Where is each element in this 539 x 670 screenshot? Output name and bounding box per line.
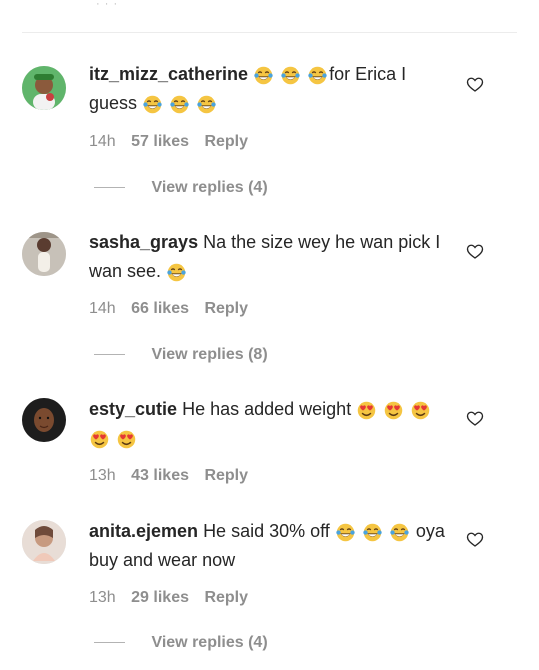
comment-likes[interactable]: 66 likes: [131, 300, 189, 317]
comment-username[interactable]: itz_mizz_catherine: [89, 64, 248, 84]
comment-likes[interactable]: 57 likes: [131, 133, 189, 150]
laughing-emoji-icon: [307, 65, 328, 86]
comment-username[interactable]: esty_cutie: [89, 399, 177, 419]
laughing-emoji-icon: [280, 65, 301, 86]
reply-button[interactable]: Reply: [204, 589, 248, 606]
laughing-emoji-icon: [196, 94, 217, 115]
comment-time: 13h: [89, 589, 116, 606]
like-heart-icon[interactable]: [466, 76, 484, 94]
comment-emoji-row: [335, 522, 411, 543]
comment-emoji-row-2: [142, 94, 218, 115]
comment-meta: 13h 43 likes Reply: [89, 467, 259, 485]
heart-eyes-emoji-icon: [116, 429, 137, 450]
comment-emoji-row: [166, 262, 188, 283]
top-dots: · · ·: [96, 0, 119, 10]
view-replies-button[interactable]: View replies (8): [94, 346, 268, 364]
comment-username[interactable]: anita.ejemen: [89, 521, 198, 541]
comment-body: He has added weight: [182, 399, 352, 419]
reply-button[interactable]: Reply: [204, 133, 248, 150]
comment-time: 14h: [89, 133, 116, 150]
view-replies-button[interactable]: View replies (4): [94, 634, 268, 652]
comment-meta: 14h 57 likes Reply: [89, 133, 259, 151]
laughing-emoji-icon: [169, 94, 190, 115]
comment-emoji-row: [253, 65, 329, 86]
heart-eyes-emoji-icon: [89, 429, 110, 450]
comment-time: 13h: [89, 467, 116, 484]
laughing-emoji-icon: [142, 94, 163, 115]
woman-avatar-icon[interactable]: [22, 232, 66, 276]
comment-text-1: itz_mizz_catherine for Erica I guess: [89, 60, 449, 118]
laughing-emoji-icon: [166, 262, 187, 283]
woman-portrait-avatar-icon[interactable]: [22, 398, 66, 442]
comment-likes[interactable]: 29 likes: [131, 589, 189, 606]
green-avatar-icon[interactable]: [22, 66, 66, 110]
laughing-emoji-icon: [253, 65, 274, 86]
top-divider: [22, 32, 517, 33]
comment-meta: 14h 66 likes Reply: [89, 300, 259, 318]
reply-button[interactable]: Reply: [204, 467, 248, 484]
heart-eyes-emoji-icon: [410, 400, 431, 421]
heart-eyes-emoji-icon: [356, 400, 377, 421]
comment-text-4: anita.ejemen He said 30% off oya buy and…: [89, 517, 449, 575]
view-replies-label: View replies (4): [151, 179, 268, 196]
replies-divider-line: [94, 187, 125, 189]
like-heart-icon[interactable]: [466, 410, 484, 428]
top-strip: · · ·: [0, 0, 539, 10]
comment-emoji-row: [356, 400, 432, 421]
view-replies-button[interactable]: View replies (4): [94, 179, 268, 197]
comment-body: He said 30% off: [203, 521, 330, 541]
replies-divider-line: [94, 354, 125, 356]
comment-username[interactable]: sasha_grays: [89, 232, 198, 252]
view-replies-label: View replies (8): [151, 346, 268, 363]
comment-text-2: sasha_grays Na the size wey he wan pick …: [89, 228, 449, 286]
comment-time: 14h: [89, 300, 116, 317]
comment-text-3: esty_cutie He has added weight: [89, 395, 449, 453]
comment-emoji-row-2: [89, 429, 138, 450]
view-replies-label: View replies (4): [151, 634, 268, 651]
reply-button[interactable]: Reply: [204, 300, 248, 317]
heart-eyes-emoji-icon: [383, 400, 404, 421]
comment-meta: 13h 29 likes Reply: [89, 589, 259, 607]
light-avatar-icon[interactable]: [22, 520, 66, 564]
laughing-emoji-icon: [389, 522, 410, 543]
like-heart-icon[interactable]: [466, 243, 484, 261]
replies-divider-line: [94, 642, 125, 644]
laughing-emoji-icon: [362, 522, 383, 543]
comment-likes[interactable]: 43 likes: [131, 467, 189, 484]
laughing-emoji-icon: [335, 522, 356, 543]
like-heart-icon[interactable]: [466, 531, 484, 549]
